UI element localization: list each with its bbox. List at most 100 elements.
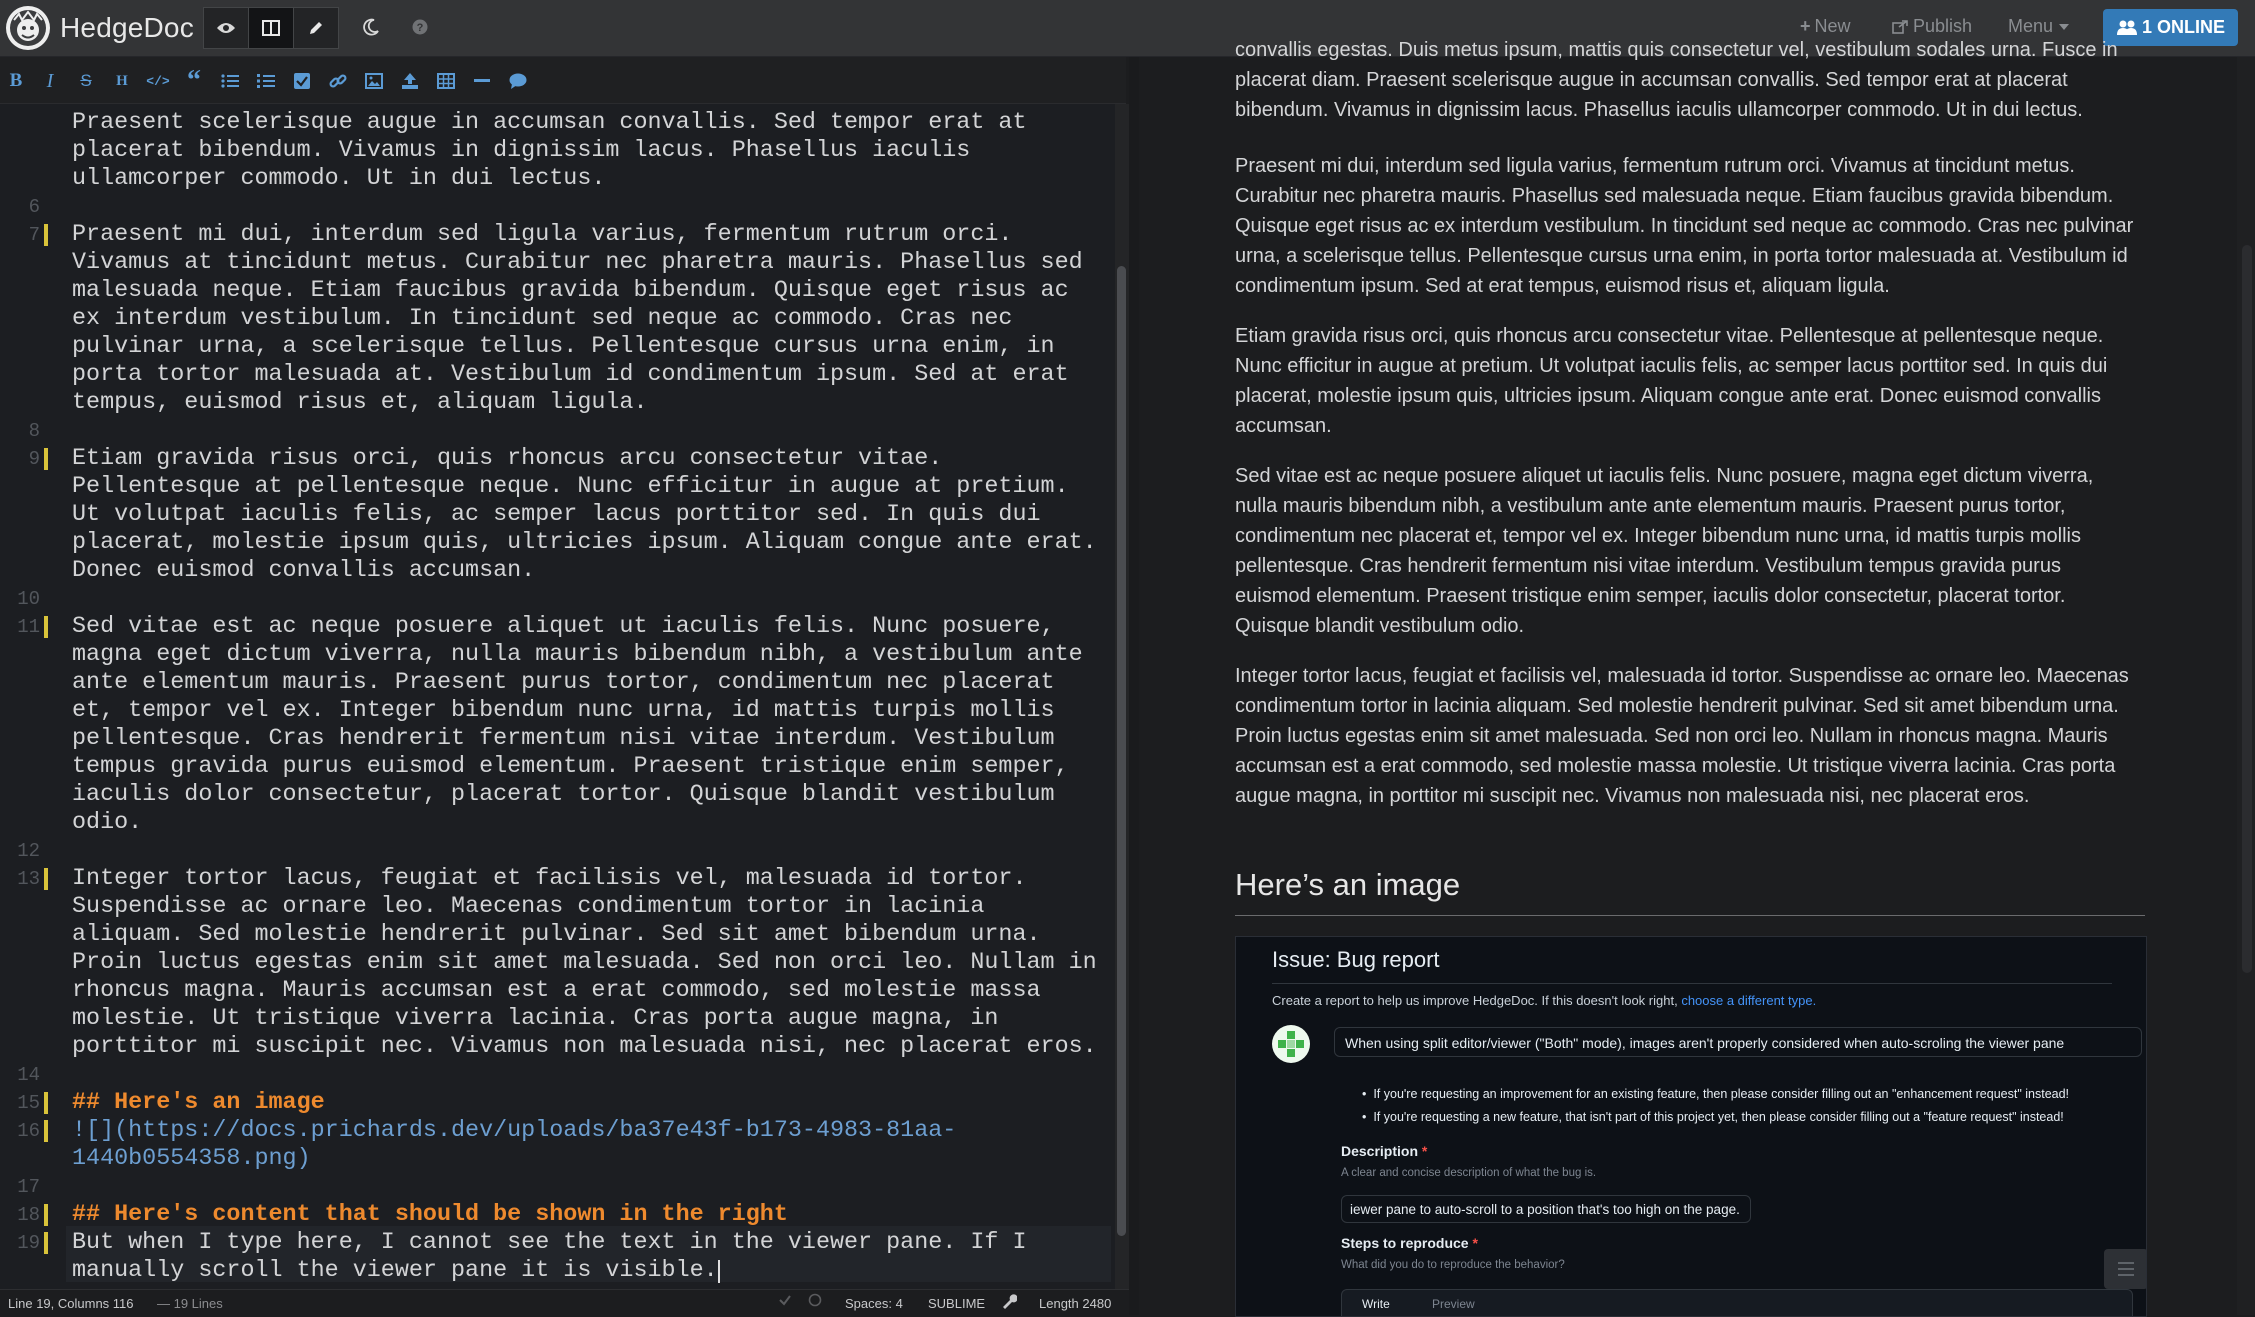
split-divider[interactable] <box>1129 57 1139 1315</box>
code-line[interactable]: ullamcorper commodo. Ut in dui lectus. <box>72 165 605 193</box>
code-line[interactable]: aliquam. Sed molestie hendrerit pulvinar… <box>72 921 1041 949</box>
code-line[interactable]: iaculis dolor consectetur, placerat tort… <box>72 781 1055 809</box>
circle-icon[interactable] <box>808 1293 822 1310</box>
line-number: 19 <box>17 1232 40 1254</box>
quote-icon: “ <box>187 65 201 96</box>
help-button[interactable]: ? <box>402 7 438 47</box>
brand-name: HedgeDoc <box>60 12 194 43</box>
strikethrough-button[interactable]: S <box>74 69 98 93</box>
code-line[interactable]: Praesent scelerisque augue in accumsan c… <box>72 109 1027 137</box>
code-line[interactable]: Pellentesque at pellentesque neque. Nunc… <box>72 473 1069 501</box>
share-icon <box>1892 19 1908 34</box>
both-mode-button[interactable] <box>248 7 294 49</box>
line-number: 16 <box>17 1120 40 1142</box>
line-number: 6 <box>28 196 40 218</box>
list-item: • If you're requesting an improvement fo… <box>1362 1087 2070 1101</box>
viewer-scrollbar-thumb[interactable] <box>2242 245 2252 973</box>
code-line[interactable]: ex interdum vestibulum. In tincidunt sed… <box>72 305 1012 333</box>
image-icon <box>365 73 383 89</box>
code-line[interactable]: tempus, euismod risus et, aliquam ligula… <box>72 389 648 417</box>
code-line[interactable]: rhoncus magna. Mauris accumsan est a era… <box>72 977 1041 1005</box>
italic-icon: I <box>46 69 54 92</box>
code-line[interactable]: odio. <box>72 809 142 837</box>
checklist-button[interactable] <box>290 69 314 93</box>
change-marker <box>44 616 48 638</box>
issue-title-input: When using split editor/viewer ("Both" m… <box>1334 1027 2142 1057</box>
heading-icon: H <box>116 72 128 89</box>
link-button[interactable] <box>326 69 350 93</box>
code-line[interactable]: pulvinar urna, a scelerisque tellus. Pel… <box>72 333 1055 361</box>
horizontal-rule-button[interactable] <box>470 69 494 93</box>
line-count: — 19 Lines <box>157 1296 223 1311</box>
image-button[interactable] <box>362 69 386 93</box>
check-icon[interactable] <box>778 1293 792 1310</box>
code-line[interactable]: But when I type here, I cannot see the t… <box>72 1229 1027 1257</box>
code-line[interactable]: magna eget dictum viverra, nulla mauris … <box>72 641 1083 669</box>
code-line[interactable]: porttitor mi suscipit nec. Vivamus non m… <box>72 1033 1097 1061</box>
steps-hint: What did you do to reproduce the behavio… <box>1341 1259 1565 1271</box>
code-button[interactable]: </> <box>146 69 170 93</box>
change-marker <box>44 1092 48 1114</box>
comment-button[interactable] <box>506 69 530 93</box>
unordered-list-button[interactable] <box>218 69 242 93</box>
issue-form-title: Issue: Bug report <box>1272 947 1440 972</box>
bold-button[interactable]: B <box>4 69 28 93</box>
plus-icon: + <box>1800 16 1811 36</box>
table-icon <box>437 73 455 89</box>
code-line[interactable]: ![](https://docs.prichards.dev/uploads/b… <box>72 1117 956 1145</box>
line-number: 7 <box>28 224 40 246</box>
code-line[interactable]: Praesent mi dui, interdum sed ligula var… <box>72 221 1012 249</box>
code-line[interactable]: pellentesque. Cras hendrerit fermentum n… <box>72 725 1055 753</box>
italic-button[interactable]: I <box>38 69 62 93</box>
viewer-paragraph: Etiam gravida risus orci, quis rhoncus a… <box>1235 325 2108 437</box>
indent-setting[interactable]: Spaces: 4 <box>845 1296 903 1311</box>
view-mode-button[interactable] <box>203 7 249 49</box>
code-line[interactable]: Sed vitae est ac neque posuere aliquet u… <box>72 613 1055 641</box>
ordered-list-button[interactable] <box>254 69 278 93</box>
code-line[interactable]: Proin luctus egestas enim sit amet males… <box>72 949 1097 977</box>
issue-form-description: Create a report to help us improve Hedge… <box>1272 993 1817 1008</box>
code-line[interactable]: Ut volutpat iaculis felis, ac semper lac… <box>72 501 1041 529</box>
menu-dropdown[interactable]: Menu <box>2008 16 2070 37</box>
code-line[interactable]: Integer tortor lacus, feugiat et facilis… <box>72 865 1027 893</box>
new-note-link[interactable]: + New <box>1800 16 1851 37</box>
brand[interactable]: HedgeDoc <box>6 6 194 50</box>
code-line[interactable]: placerat bibendum. Vivamus in dignissim … <box>72 137 970 165</box>
code-line[interactable]: et, tempor vel ex. Integer bibendum nunc… <box>72 697 1055 725</box>
table-button[interactable] <box>434 69 458 93</box>
code-line[interactable]: porta tortor malesuada at. Vestibulum id… <box>72 361 1069 389</box>
mode-switcher <box>203 7 339 49</box>
editor-scrollbar-thumb[interactable] <box>1117 266 1126 1236</box>
code-line[interactable]: Suspendisse ac ornare leo. Maecenas cond… <box>72 893 984 921</box>
upload-button[interactable] <box>398 69 422 93</box>
line-number: 12 <box>17 840 40 862</box>
code-line[interactable]: Donec euismod convallis accumsan. <box>72 557 535 585</box>
code-line-heading[interactable]: ## Here's an image <box>72 1089 325 1117</box>
code-line[interactable]: Vivamus at tincidunt metus. Curabitur ne… <box>72 249 1083 277</box>
code-line[interactable]: ante elementum mauris. Praesent purus to… <box>72 669 1055 697</box>
code-line[interactable]: malesuada neque. Etiam faucibus gravida … <box>72 277 1069 305</box>
viewer-heading: Here’s an image <box>1235 867 2145 916</box>
code-editor[interactable]: Praesent scelerisque augue in accumsan c… <box>0 104 1116 1289</box>
keymap-setting[interactable]: SUBLIME <box>928 1296 985 1311</box>
edit-mode-button[interactable] <box>293 7 339 49</box>
description-hint: A clear and concise description of what … <box>1341 1167 1597 1179</box>
night-mode-button[interactable] <box>349 7 393 47</box>
toc-button[interactable] <box>2104 1249 2146 1289</box>
code-line[interactable]: tempus gravida purus euismod elementum. … <box>72 753 1069 781</box>
code-line-heading[interactable]: ## Here's content that should be shown i… <box>72 1201 788 1229</box>
quote-button[interactable]: “ <box>182 65 206 96</box>
code-line[interactable]: 1440b0554358.png) <box>72 1145 311 1173</box>
choose-type-link[interactable]: choose a different type. <box>1681 993 1816 1008</box>
code-line[interactable]: molestie. Ut tristique viverra lacinia. … <box>72 1005 998 1033</box>
heading-button[interactable]: H <box>110 69 134 93</box>
code-line[interactable]: Etiam gravida risus orci, quis rhoncus a… <box>72 445 942 473</box>
wrench-icon[interactable] <box>1001 1293 1018 1312</box>
description-input: iewer pane to auto-scroll to a position … <box>1341 1195 1751 1223</box>
viewer-paragraph: convallis egestas. Duis metus ipsum, mat… <box>1235 39 2118 121</box>
list-item: • If you're requesting a new feature, th… <box>1362 1110 2064 1124</box>
change-marker <box>44 1204 48 1226</box>
publish-link[interactable]: Publish <box>1892 16 1972 37</box>
code-line[interactable]: manually scroll the viewer pane it is vi… <box>72 1257 718 1285</box>
code-line[interactable]: placerat, molestie ipsum quis, ultricies… <box>72 529 1097 557</box>
